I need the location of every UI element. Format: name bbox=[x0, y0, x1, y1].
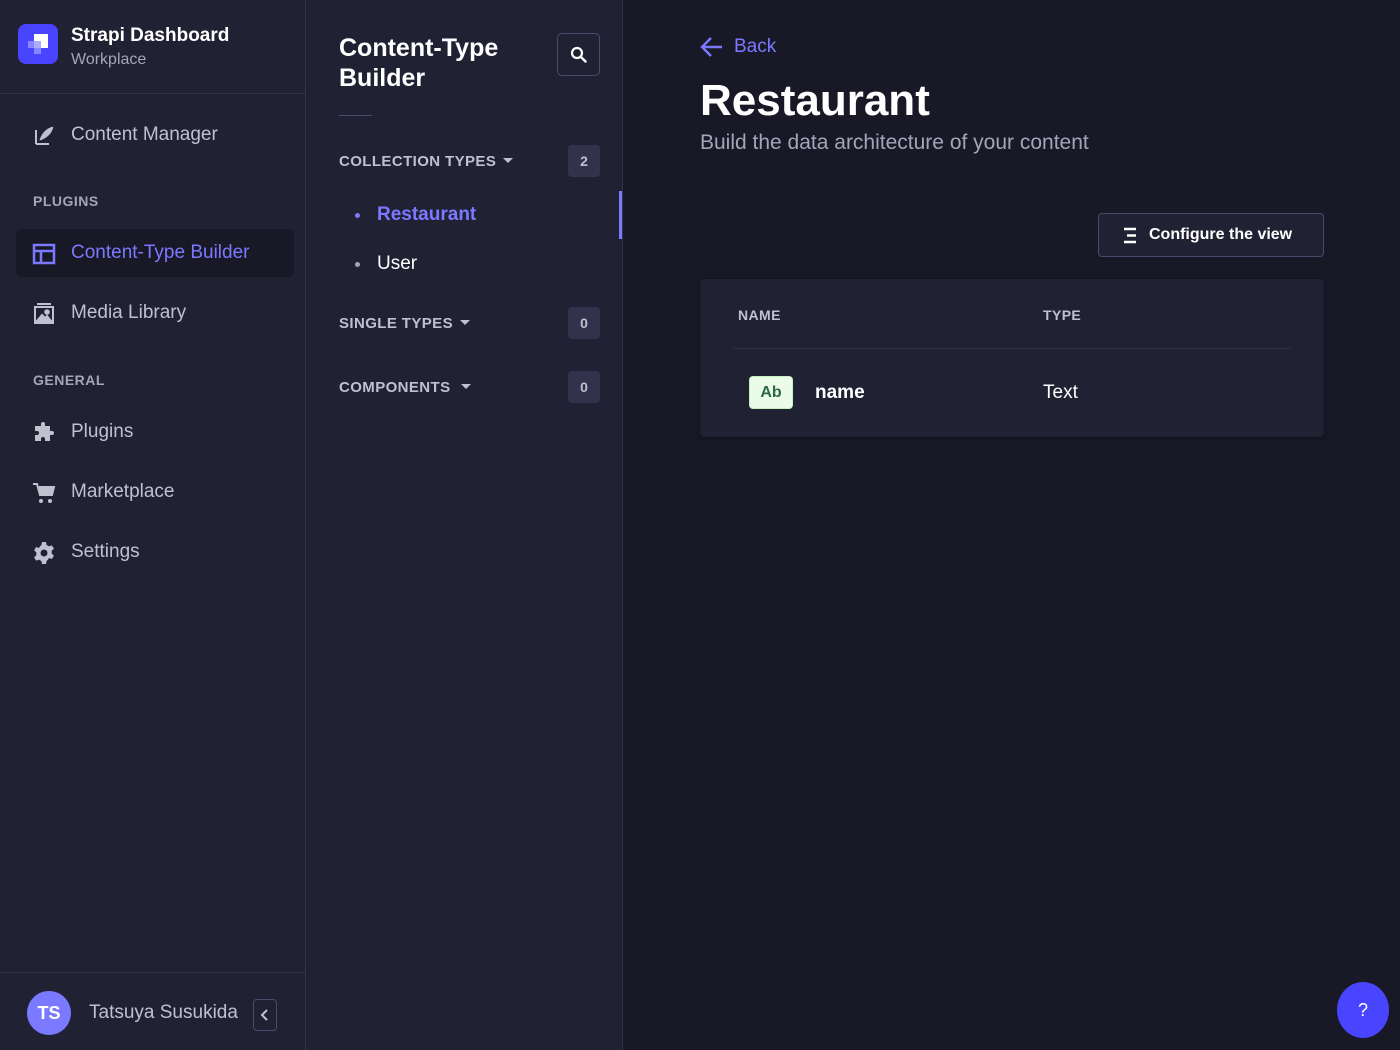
back-label: Back bbox=[734, 36, 777, 57]
group-components[interactable]: COMPONENTS 0 bbox=[339, 371, 600, 403]
caret-down-icon bbox=[503, 158, 513, 163]
count-badge: 0 bbox=[568, 371, 600, 403]
nav-item-marketplace[interactable]: Marketplace bbox=[16, 468, 294, 516]
configure-view-button[interactable]: Configure the view bbox=[1098, 213, 1324, 257]
caret-down-icon bbox=[460, 320, 470, 325]
group-label: COMPONENTS bbox=[339, 379, 451, 396]
brand-subtitle: Workplace bbox=[71, 51, 147, 68]
table-row[interactable]: Ab name Text bbox=[700, 349, 1324, 437]
page-subtitle: Build the data architecture of your cont… bbox=[700, 131, 1089, 154]
subnav-item-label: User bbox=[377, 253, 418, 274]
bullet-icon bbox=[355, 213, 360, 218]
section-label-general: GENERAL bbox=[33, 372, 105, 388]
user-bar: TS Tatsuya Susukida bbox=[0, 972, 305, 1050]
count-badge: 0 bbox=[568, 307, 600, 339]
back-link[interactable]: Back bbox=[700, 35, 776, 59]
fields-table: NAME TYPE Ab name Text bbox=[700, 279, 1324, 437]
chevron-left-icon bbox=[260, 1009, 268, 1021]
search-icon bbox=[570, 46, 587, 63]
nav-item-label: Media Library bbox=[71, 302, 187, 323]
help-button[interactable]: ? bbox=[1337, 982, 1389, 1038]
group-label: SINGLE TYPES bbox=[339, 315, 453, 332]
user-name[interactable]: Tatsuya Susukida bbox=[89, 1002, 238, 1024]
nav-item-settings[interactable]: Settings bbox=[16, 528, 294, 576]
group-label: COLLECTION TYPES bbox=[339, 153, 497, 170]
puzzle-icon bbox=[32, 421, 56, 445]
nav-item-label: Plugins bbox=[71, 421, 134, 442]
count-badge: 2 bbox=[568, 145, 600, 177]
nav-item-label: Marketplace bbox=[71, 481, 175, 502]
subnav-item-user[interactable]: User bbox=[339, 240, 622, 288]
field-type-cell: Text bbox=[1043, 382, 1078, 403]
configure-view-label: Configure the view bbox=[1149, 226, 1293, 243]
caret-down-icon bbox=[461, 384, 471, 389]
nav-item-label: Content Manager bbox=[71, 124, 218, 145]
feather-icon bbox=[32, 124, 56, 148]
nav-item-content-manager[interactable]: Content Manager bbox=[16, 111, 294, 159]
cart-icon bbox=[32, 481, 56, 505]
app: Strapi Dashboard Workplace Content Manag… bbox=[0, 0, 1400, 1050]
text-type-icon: Ab bbox=[749, 376, 793, 409]
page-title: Restaurant bbox=[700, 76, 930, 125]
subnav-divider bbox=[339, 115, 372, 116]
group-collection-types[interactable]: COLLECTION TYPES 2 bbox=[339, 145, 600, 177]
nav-item-label: Settings bbox=[71, 541, 140, 562]
brand-title: Strapi Dashboard bbox=[71, 25, 230, 46]
collapse-nav-button[interactable] bbox=[253, 999, 277, 1031]
nav-item-media-library[interactable]: Media Library bbox=[16, 289, 294, 337]
subnav-item-restaurant[interactable]: Restaurant bbox=[339, 191, 622, 239]
column-header-type: TYPE bbox=[1043, 307, 1082, 323]
section-label-plugins: PLUGINS bbox=[33, 193, 99, 209]
avatar[interactable]: TS bbox=[27, 991, 71, 1035]
arrow-left-icon bbox=[700, 37, 722, 57]
nav-item-content-type-builder[interactable]: Content-Type Builder bbox=[16, 229, 294, 277]
bullet-icon bbox=[355, 262, 360, 267]
field-name-cell: name bbox=[815, 382, 865, 403]
search-button[interactable] bbox=[557, 33, 600, 76]
strapi-logo-icon bbox=[18, 24, 58, 64]
nav-item-plugins[interactable]: Plugins bbox=[16, 408, 294, 456]
group-single-types[interactable]: SINGLE TYPES 0 bbox=[339, 307, 600, 339]
column-header-name: NAME bbox=[738, 307, 781, 323]
subnav-item-label: Restaurant bbox=[377, 204, 477, 225]
sub-nav: Content-Type Builder COLLECTION TYPES 2 … bbox=[306, 0, 623, 1050]
subnav-title: Content-Type Builder bbox=[339, 34, 499, 92]
brand-header: Strapi Dashboard Workplace bbox=[0, 0, 305, 94]
image-icon bbox=[32, 302, 56, 326]
gear-icon bbox=[32, 541, 56, 565]
layout-icon bbox=[32, 242, 56, 266]
main-content: Back Restaurant Build the data architect… bbox=[623, 0, 1400, 1050]
list-icon bbox=[1124, 227, 1136, 244]
main-nav: Strapi Dashboard Workplace Content Manag… bbox=[0, 0, 306, 1050]
nav-item-label: Content-Type Builder bbox=[71, 242, 250, 263]
